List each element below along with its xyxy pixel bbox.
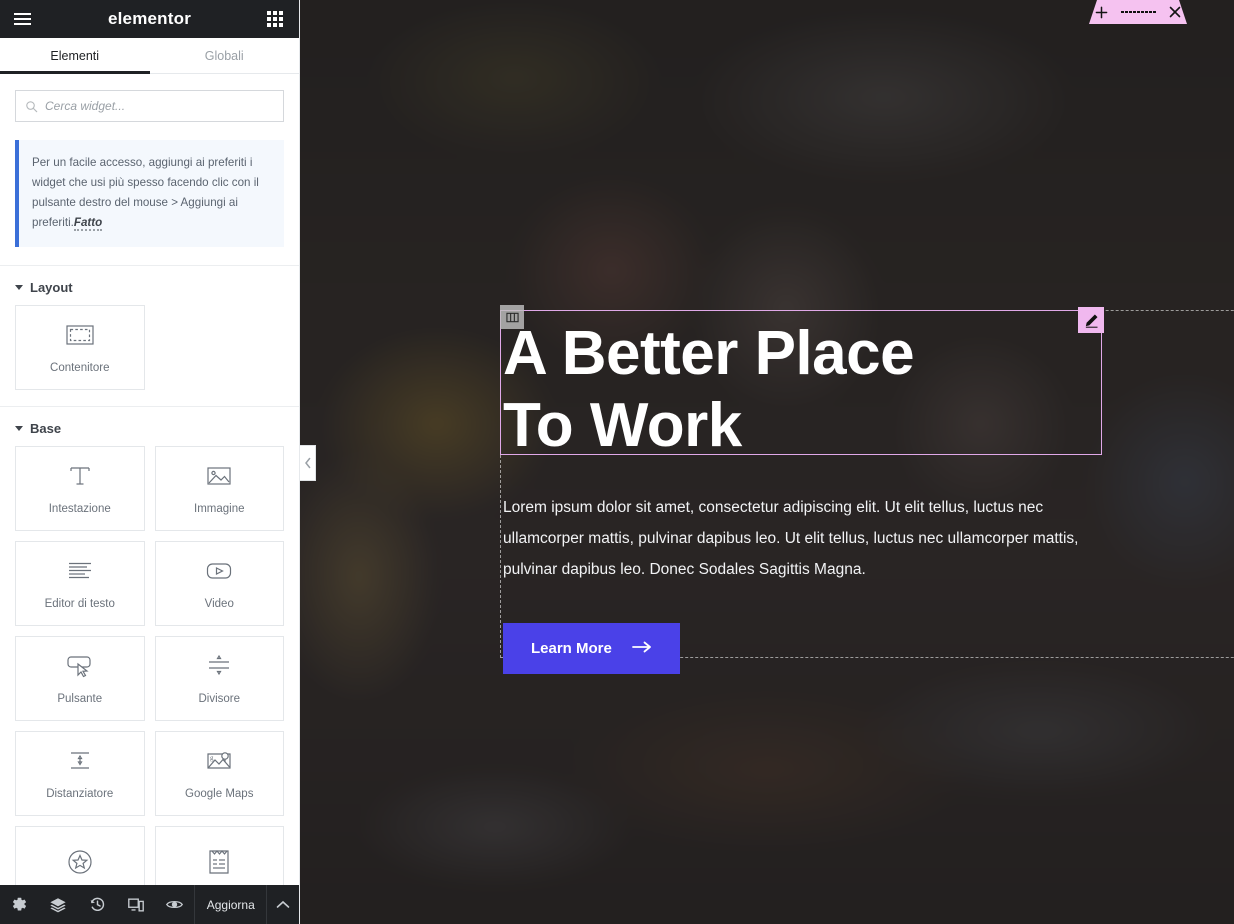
widget-google-maps[interactable]: g Google Maps [154,730,284,816]
widget-icona[interactable] [15,825,145,885]
chevron-down-icon [15,284,23,290]
video-icon [205,556,233,586]
panel-footer-bar: Aggiorna [0,885,299,924]
tab-globali[interactable]: Globali [150,38,300,73]
divider-icon [205,651,233,681]
apps-grid-icon[interactable] [261,0,289,38]
chevron-up-icon[interactable] [266,885,299,924]
widget-label: Pulsante [57,693,103,706]
category-layout-title: Layout [30,279,73,295]
search-box[interactable] [15,90,284,122]
learn-more-label: Learn More [531,639,612,657]
notice-done-link[interactable]: Fatto [73,215,103,231]
elementor-editor-panel: elementor Elementi Globali Per un facile… [0,0,300,924]
hamburger-menu-icon[interactable] [0,0,44,38]
button-icon [65,651,95,681]
layout-widget-grid: Contenitore [0,304,299,406]
category-base: Base Intestazione Immagine Editor di tes… [0,405,299,885]
favorites-notice-text: Per un facile accesso, aggiungi ai prefe… [32,153,270,233]
text-editor-icon [66,556,94,586]
widget-divisore[interactable]: Divisore [154,635,284,721]
panel-tabs: Elementi Globali [0,38,299,74]
chevron-down-icon [15,425,23,431]
panel-collapse-toggle[interactable] [300,445,316,481]
heading-icon [67,461,93,491]
eye-icon[interactable] [156,885,195,924]
layers-icon[interactable] [39,885,78,924]
category-base-title: Base [30,420,62,436]
image-icon [206,461,232,491]
category-base-header[interactable]: Base [0,407,299,446]
panel-header: elementor [0,0,299,38]
widget-label: Video [204,598,234,611]
arrow-right-icon [631,640,652,657]
svg-text:g: g [210,754,214,762]
widget-distanziatore[interactable]: Distanziatore [15,730,145,816]
widget-label: Divisore [198,693,241,706]
form-icon [206,847,232,877]
history-icon[interactable] [78,885,117,924]
favorites-notice: Per un facile accesso, aggiungi ai prefe… [15,140,284,247]
update-button[interactable]: Aggiorna [194,885,266,924]
star-icon [65,847,95,877]
widget-form[interactable] [154,825,284,885]
dots-grid-icon[interactable] [1121,10,1156,14]
close-icon[interactable] [1169,6,1181,18]
base-widget-grid: Intestazione Immagine Editor di testo Vi… [0,445,299,885]
panel-scroll-body: Per un facile accesso, aggiungi ai prefe… [0,74,299,885]
widget-label: Google Maps [185,788,254,801]
widget-label: Intestazione [48,503,111,516]
spacer-icon [66,746,94,776]
heading-widget-selection [500,310,1102,455]
widget-immagine[interactable]: Immagine [154,445,284,531]
widget-pulsante[interactable]: Pulsante [15,635,145,721]
category-layout: Layout Contenitore [0,264,299,406]
container-icon [66,320,94,350]
responsive-icon[interactable] [117,885,156,924]
widget-video[interactable]: Video [154,540,284,626]
plus-icon[interactable] [1095,6,1108,19]
container-columns-icon[interactable] [500,305,524,329]
search-icon [26,100,38,112]
widget-label: Editor di testo [44,598,115,611]
gear-icon[interactable] [0,885,39,924]
widget-label: Contenitore [50,362,110,375]
widget-contenitore[interactable]: Contenitore [15,304,145,390]
tab-elementi[interactable]: Elementi [0,38,150,74]
learn-more-button[interactable]: Learn More [503,622,680,674]
editor-canvas[interactable]: A Better Place To Work Lorem ipsum dolor… [300,0,1234,924]
pencil-icon[interactable] [1078,307,1104,333]
notice-body: Per un facile accesso, aggiungi ai prefe… [32,156,259,229]
elementor-logo: elementor [107,9,192,28]
category-layout-header[interactable]: Layout [0,266,299,305]
search-input[interactable] [45,99,274,113]
canvas-add-toolbar [1089,0,1187,24]
hero-paragraph[interactable]: Lorem ipsum dolor sit amet, consectetur … [501,492,1101,585]
search-widget-area [0,74,299,132]
google-maps-icon: g [205,746,233,776]
widget-intestazione[interactable]: Intestazione [15,445,145,531]
widget-label: Immagine [194,503,245,516]
widget-editor-di-testo[interactable]: Editor di testo [15,540,145,626]
widget-label: Distanziatore [46,788,114,801]
